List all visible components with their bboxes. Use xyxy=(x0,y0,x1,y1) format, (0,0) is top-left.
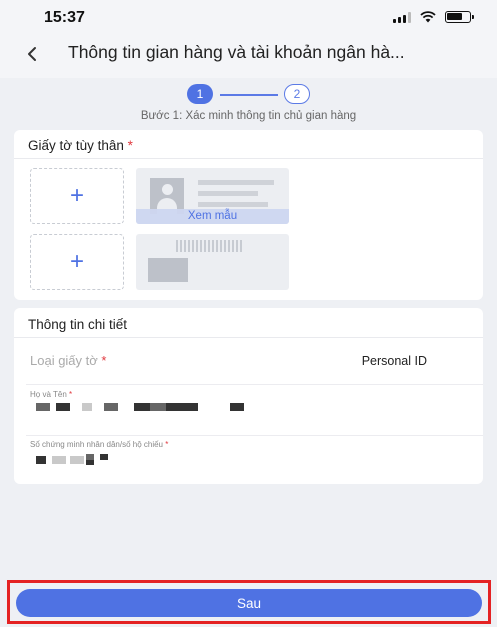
plus-icon: + xyxy=(69,182,84,209)
sample-block xyxy=(148,258,188,282)
required-mark: * xyxy=(127,138,133,153)
sample-line xyxy=(198,180,274,185)
view-sample-link[interactable]: Xem mẫu xyxy=(136,209,289,224)
id-document-card: Giấy tờ tùy thân * + Xem mẫu + xyxy=(14,130,483,300)
sample-back-image xyxy=(136,234,289,290)
status-time: 15:37 xyxy=(44,9,85,26)
page-title: Thông tin gian hàng và tài khoản ngân hà… xyxy=(68,42,405,62)
redacted-text xyxy=(166,403,182,411)
id-number-label: Số chứng minh nhân dân/số hộ chiếu * xyxy=(30,440,168,449)
step-connector xyxy=(220,94,278,96)
redacted-text xyxy=(150,403,166,411)
redacted-text xyxy=(82,403,92,411)
doc-type-field[interactable]: Loại giấy tờ * Personal ID xyxy=(14,338,483,384)
details-card: Thông tin chi tiết Loại giấy tờ * Person… xyxy=(14,308,483,484)
doc-type-label-text: Loại giấy tờ xyxy=(30,353,98,368)
redacted-text xyxy=(230,403,244,411)
upload-back-button[interactable]: + xyxy=(30,234,124,290)
sample-line xyxy=(198,191,258,196)
next-button[interactable]: Sau xyxy=(16,589,482,617)
redacted-text xyxy=(134,403,150,411)
redacted-text xyxy=(56,403,70,411)
wifi-icon xyxy=(420,11,436,23)
redacted-text xyxy=(52,456,66,464)
redacted-text xyxy=(36,403,50,411)
sample-front-image[interactable]: Xem mẫu xyxy=(136,168,289,224)
id-document-title: Giấy tờ tùy thân * xyxy=(28,138,133,153)
battery-icon xyxy=(445,11,474,23)
full-name-label: Họ và Tên * xyxy=(30,390,72,399)
divider xyxy=(14,158,483,159)
redacted-text xyxy=(36,456,46,464)
redacted-text xyxy=(100,454,108,460)
header: Thông tin gian hàng và tài khoản ngân hà… xyxy=(0,34,497,78)
redacted-text xyxy=(104,403,118,411)
id-number-field[interactable]: Số chứng minh nhân dân/số hộ chiếu * xyxy=(14,436,483,484)
step-caption: Bước 1: Xác minh thông tin chủ gian hàng xyxy=(140,110,357,122)
signal-icon xyxy=(393,11,411,23)
id-number-label-text: Số chứng minh nhân dân/số hộ chiếu xyxy=(30,440,164,449)
status-bar: 15:37 xyxy=(0,0,497,34)
sample-line xyxy=(198,202,268,207)
required-mark: * xyxy=(69,390,73,399)
chevron-left-icon xyxy=(28,47,36,61)
upload-front-button[interactable]: + xyxy=(30,168,124,224)
required-mark: * xyxy=(101,353,107,368)
id-document-title-text: Giấy tờ tùy thân xyxy=(28,138,124,153)
full-name-label-text: Họ và Tên xyxy=(30,390,67,399)
details-title: Thông tin chi tiết xyxy=(28,317,128,332)
step-2-indicator: 2 xyxy=(284,84,310,104)
doc-type-label: Loại giấy tờ * xyxy=(30,353,106,368)
plus-icon: + xyxy=(69,248,84,275)
next-button-highlight: Sau xyxy=(7,580,491,624)
redacted-text xyxy=(70,456,84,464)
stepper: 1 2 xyxy=(0,84,497,108)
doc-type-value: Personal ID xyxy=(361,354,427,368)
step-1-indicator: 1 xyxy=(187,84,213,104)
full-name-field[interactable]: Họ và Tên * xyxy=(14,385,483,435)
status-icons xyxy=(393,11,474,23)
required-mark: * xyxy=(165,440,169,449)
back-button[interactable] xyxy=(18,40,46,68)
barcode-icon xyxy=(176,240,246,252)
redacted-text xyxy=(86,460,94,465)
redacted-text xyxy=(182,403,198,411)
